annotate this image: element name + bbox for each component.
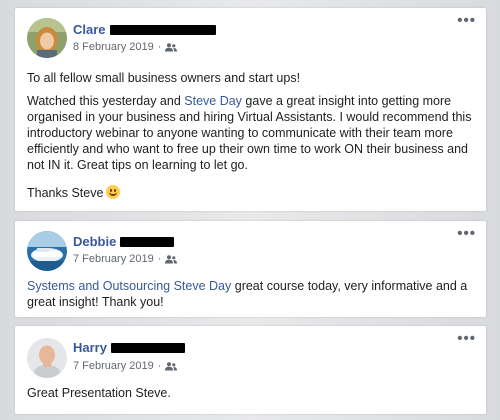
redacted-surname [110,342,185,353]
post-closing: Thanks Steve [27,185,472,201]
group-audience-icon[interactable] [165,42,178,52]
closing-text: Thanks Steve [27,186,104,200]
meta-separator: · [157,360,162,372]
author-line: Harry [73,340,185,355]
post-text: Great Presentation Steve. [27,386,171,400]
redacted-surname [120,236,175,247]
avatar[interactable] [27,18,67,58]
post-text: To all fellow small business owners and … [27,71,301,85]
author-name[interactable]: Harry [73,340,107,355]
tagged-page-link[interactable]: Systems and Outsourcing Steve Day [27,279,231,293]
text-segment: Watched this yesterday and [27,94,185,108]
smiling-face-emoji-icon [106,185,121,199]
author-line: Clare [73,22,216,37]
review-post-harry: Harry 7 February 2019 · ••• Great Presen… [15,326,486,414]
group-audience-icon[interactable] [165,361,178,371]
review-post-debbie: Debbie 7 February 2019 · ••• Systems and… [15,221,486,317]
post-date[interactable]: 8 February 2019 [73,41,154,53]
post-meta: 8 February 2019 · [73,41,178,53]
post-meta: 7 February 2019 · [73,253,178,265]
author-line: Debbie [73,234,175,249]
post-date[interactable]: 7 February 2019 [73,253,154,265]
meta-separator: · [157,253,162,265]
more-options-icon[interactable]: ••• [457,331,476,346]
more-options-icon[interactable]: ••• [457,13,476,28]
post-date[interactable]: 7 February 2019 [73,360,154,372]
redacted-surname [109,24,216,35]
avatar[interactable] [27,231,67,271]
more-options-icon[interactable]: ••• [457,226,476,241]
tagged-name-link[interactable]: Steve Day [184,94,242,108]
post-meta: 7 February 2019 · [73,360,178,372]
author-name[interactable]: Clare [73,22,106,37]
review-post-clare: Clare 8 February 2019 · ••• To all fello… [15,8,486,211]
avatar[interactable] [27,338,67,378]
post-text-paragraph: Watched this yesterday and Steve Day gav… [27,93,472,173]
post-text: Systems and Outsourcing Steve Day great … [27,278,472,310]
author-name[interactable]: Debbie [73,234,116,249]
group-audience-icon[interactable] [165,254,178,264]
meta-separator: · [157,41,162,53]
